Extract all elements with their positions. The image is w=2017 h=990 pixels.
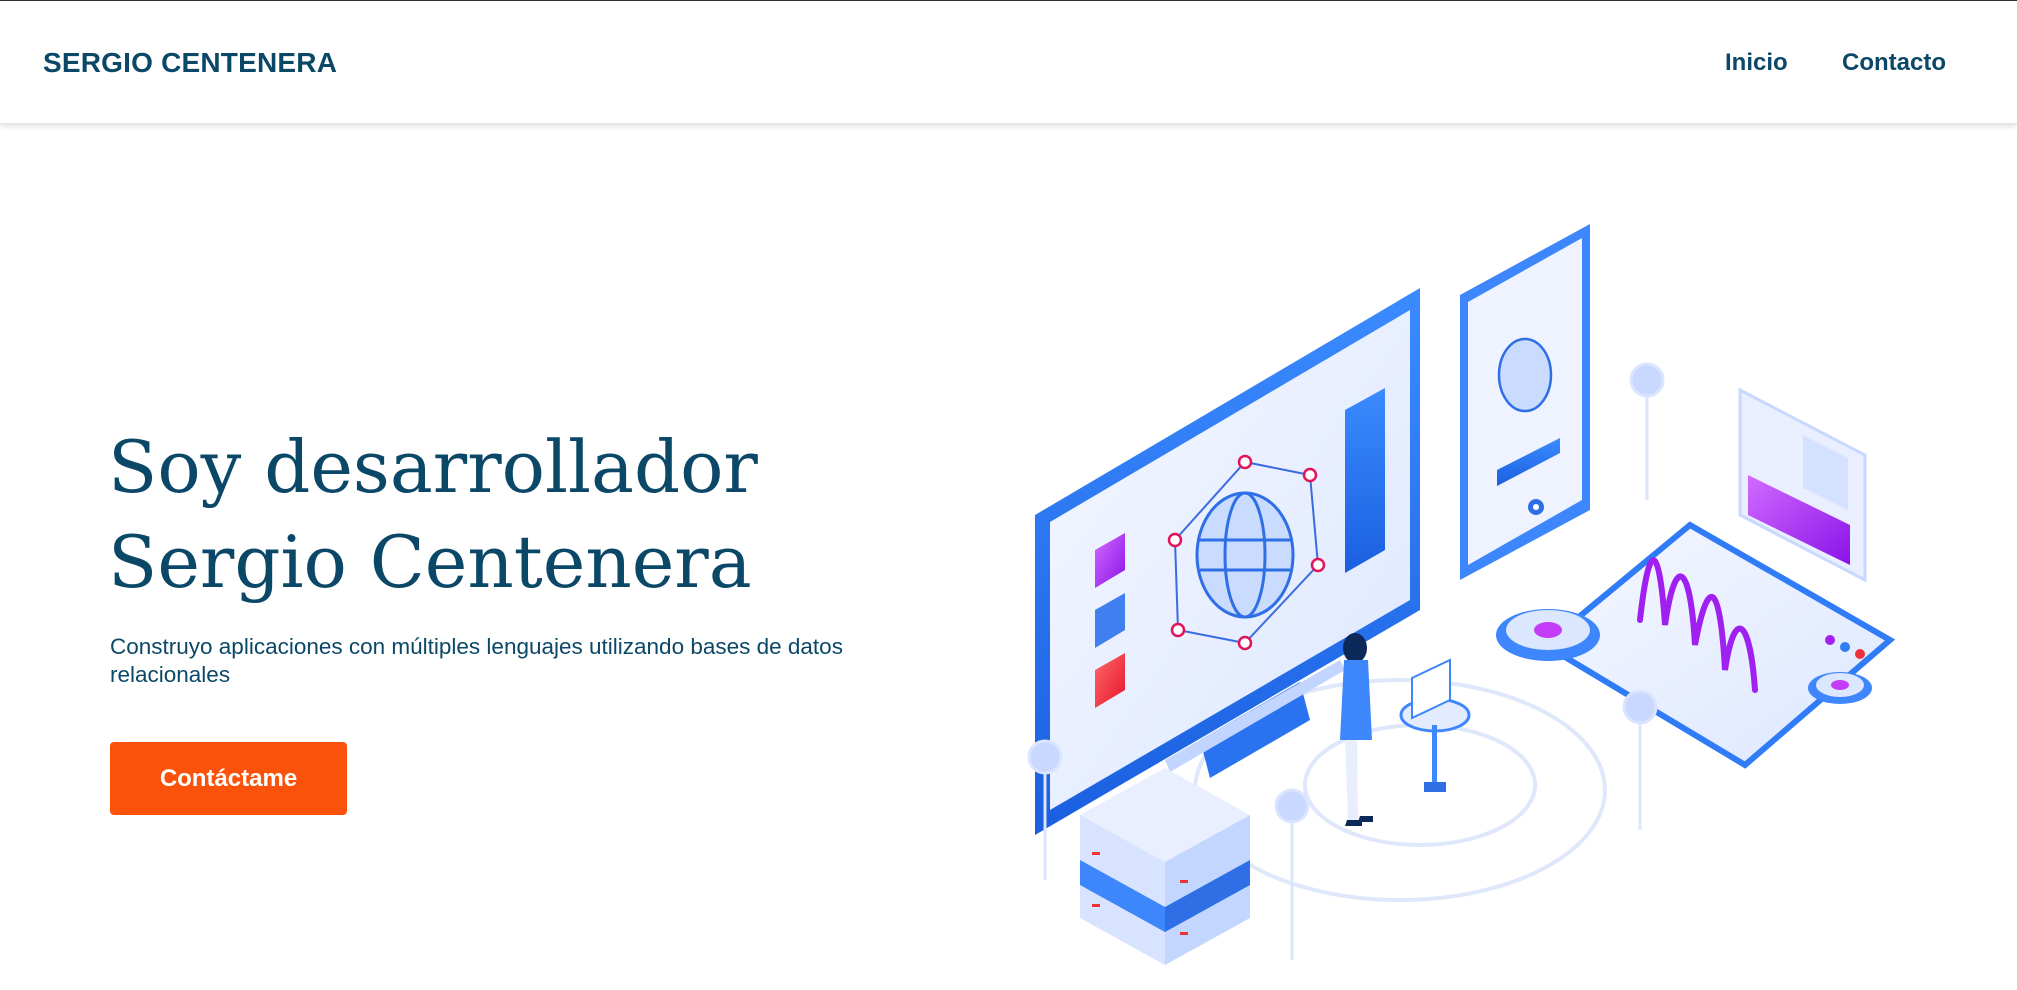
hero-title: Soy desarrollador Sergio Centenera — [108, 420, 988, 610]
side-card — [1738, 387, 1867, 583]
nav-link-inicio[interactable]: Inicio — [1725, 49, 1788, 77]
gear-icon-large — [1496, 609, 1600, 661]
phone — [1460, 224, 1590, 580]
brand-logo[interactable]: SERGIO CENTENERA — [43, 47, 337, 79]
contact-button[interactable]: Contáctame — [110, 742, 347, 815]
navbar: SERGIO CENTENERA Inicio Contacto — [0, 1, 2017, 124]
hero-title-line-1: Soy desarrollador — [108, 425, 758, 509]
person-figure — [1340, 633, 1373, 826]
nav-link-contacto[interactable]: Contacto — [1842, 49, 1946, 77]
side-table — [1399, 658, 1471, 792]
gear-icon-small — [1808, 672, 1872, 704]
hero-title-line-2: Sergio Centenera — [108, 520, 752, 604]
hero-description: Construyo aplicaciones con múltiples len… — [110, 634, 843, 687]
isometric-developer-illustration — [1027, 224, 1896, 965]
server-stack — [1080, 768, 1250, 965]
